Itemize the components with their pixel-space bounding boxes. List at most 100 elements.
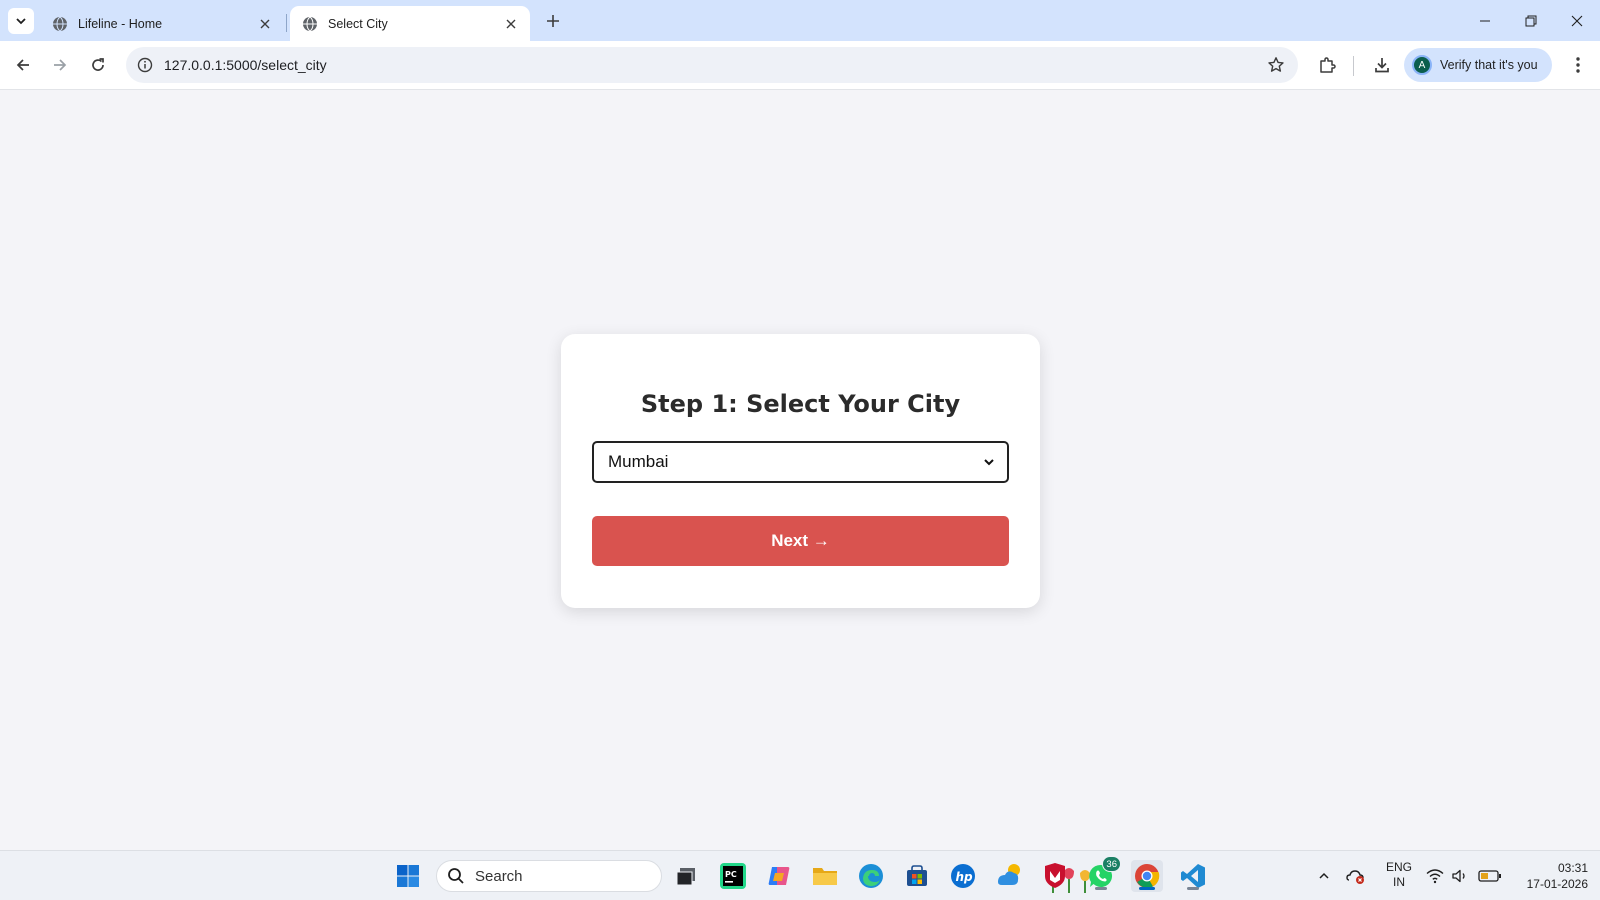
close-tab-icon[interactable]	[256, 15, 274, 33]
arrow-left-icon	[16, 59, 29, 71]
restore-button[interactable]	[1508, 0, 1554, 41]
vscode-icon	[1181, 864, 1205, 888]
url-text[interactable]: 127.0.0.1:5000/select_city	[164, 57, 327, 73]
info-icon	[137, 57, 153, 73]
clock-date: 17-01-2026	[1526, 877, 1588, 891]
running-indicator	[1187, 887, 1199, 890]
reload-button[interactable]	[84, 51, 112, 79]
language-indicator[interactable]: ENG IN	[1384, 860, 1414, 890]
hp-app[interactable]: hp	[947, 860, 979, 892]
file-explorer-app[interactable]	[809, 860, 841, 892]
address-bar[interactable]: 127.0.0.1:5000/select_city	[126, 47, 1298, 83]
restore-icon	[1525, 15, 1537, 26]
bookmark-button[interactable]	[1266, 55, 1286, 75]
close-window-button[interactable]	[1554, 0, 1600, 41]
tab-lifeline-home[interactable]: Lifeline - Home	[40, 6, 284, 41]
select-city-card: Step 1: Select Your City Mumbai Next →	[561, 334, 1040, 608]
task-view-button[interactable]	[670, 860, 702, 892]
browser-menu-button[interactable]	[1566, 53, 1590, 77]
site-info-button[interactable]	[134, 54, 156, 76]
store-icon	[907, 865, 927, 886]
start-button[interactable]	[392, 860, 424, 892]
battery-tray-button[interactable]	[1477, 866, 1503, 886]
folder-icon	[813, 868, 837, 885]
windows-taskbar: Search PC hp 36 ENG IN 03:31 17-01-2026	[0, 850, 1600, 900]
tab-divider	[286, 14, 287, 32]
extensions-button[interactable]	[1315, 53, 1339, 77]
chevron-down-icon	[984, 459, 994, 466]
weather-icon	[998, 864, 1020, 885]
windows-logo-icon	[397, 865, 419, 887]
download-icon	[1375, 58, 1389, 73]
language-code: ENG	[1385, 860, 1412, 874]
volume-tray-button[interactable]	[1450, 866, 1470, 886]
reload-icon	[92, 58, 104, 71]
copilot-app[interactable]	[763, 860, 795, 892]
star-icon	[1268, 57, 1284, 72]
avatar: A	[1412, 55, 1432, 75]
chrome-app[interactable]	[1131, 860, 1163, 892]
mcafee-app[interactable]	[1039, 860, 1071, 892]
profile-verify-chip[interactable]: A Verify that it's you	[1404, 48, 1552, 82]
notification-badge: 36	[1102, 856, 1121, 872]
taskbar-clock[interactable]: 03:31 17-01-2026	[1508, 860, 1588, 892]
tab-title: Select City	[328, 16, 388, 31]
speaker-icon	[1452, 869, 1465, 883]
running-indicator	[1139, 887, 1155, 890]
tab-select-city[interactable]: Select City	[290, 6, 530, 41]
tab-search-button[interactable]	[8, 8, 34, 34]
edge-icon	[859, 864, 883, 888]
search-label: Search	[475, 867, 523, 885]
tab-title: Lifeline - Home	[78, 16, 163, 31]
city-select-value: Mumbai	[608, 452, 669, 471]
weather-app[interactable]	[993, 860, 1025, 892]
search-icon	[448, 868, 464, 884]
back-button[interactable]	[9, 51, 37, 79]
browser-tab-strip: Lifeline - Home Select City	[0, 0, 1600, 41]
toolbar-separator	[1353, 56, 1354, 76]
chevron-down-icon	[16, 18, 26, 25]
pycharm-app[interactable]: PC	[717, 860, 749, 892]
browser-toolbar: 127.0.0.1:5000/select_city A Verify that…	[0, 41, 1600, 90]
battery-icon	[1478, 870, 1501, 882]
hp-logo-icon: hp	[951, 864, 975, 888]
show-hidden-icons-button[interactable]	[1314, 866, 1334, 886]
whatsapp-app[interactable]: 36	[1085, 856, 1121, 892]
verify-label: Verify that it's you	[1440, 58, 1538, 72]
clock-time: 03:31	[1557, 861, 1588, 875]
wifi-icon	[1426, 869, 1444, 884]
city-select[interactable]: Mumbai	[592, 441, 1009, 483]
minimize-button[interactable]	[1462, 0, 1508, 41]
copilot-icon	[768, 867, 790, 885]
downloads-button[interactable]	[1370, 53, 1394, 77]
minimize-icon	[1480, 20, 1490, 21]
vscode-app[interactable]	[1177, 860, 1209, 892]
chevron-up-icon	[1319, 872, 1329, 879]
edge-app[interactable]	[855, 860, 887, 892]
plus-icon	[547, 15, 559, 27]
globe-icon	[53, 16, 67, 31]
wifi-tray-button[interactable]	[1425, 866, 1445, 886]
close-tab-icon[interactable]	[502, 15, 520, 33]
new-tab-button[interactable]	[540, 8, 566, 34]
onedrive-tray-button[interactable]	[1346, 866, 1366, 886]
microsoft-store-app[interactable]	[901, 860, 933, 892]
task-view-icon	[676, 868, 695, 886]
puzzle-icon	[1320, 57, 1336, 73]
more-vertical-icon	[1576, 57, 1580, 73]
taskbar-search-box[interactable]: Search	[436, 860, 1090, 893]
running-indicator	[1095, 887, 1107, 890]
next-button[interactable]: Next →	[592, 516, 1009, 566]
globe-icon	[303, 16, 317, 31]
shield-icon	[1045, 863, 1065, 888]
svg-text:hp: hp	[956, 870, 974, 884]
pycharm-icon: PC	[720, 863, 746, 889]
svg-text:PC: PC	[725, 870, 737, 879]
page-title: Step 1: Select Your City	[640, 390, 961, 418]
cloud-error-icon	[1346, 870, 1364, 884]
forward-button[interactable]	[46, 51, 74, 79]
language-region: IN	[1393, 875, 1405, 889]
close-icon	[1571, 15, 1583, 26]
arrow-right-icon	[54, 59, 67, 71]
window-controls	[1462, 0, 1600, 41]
